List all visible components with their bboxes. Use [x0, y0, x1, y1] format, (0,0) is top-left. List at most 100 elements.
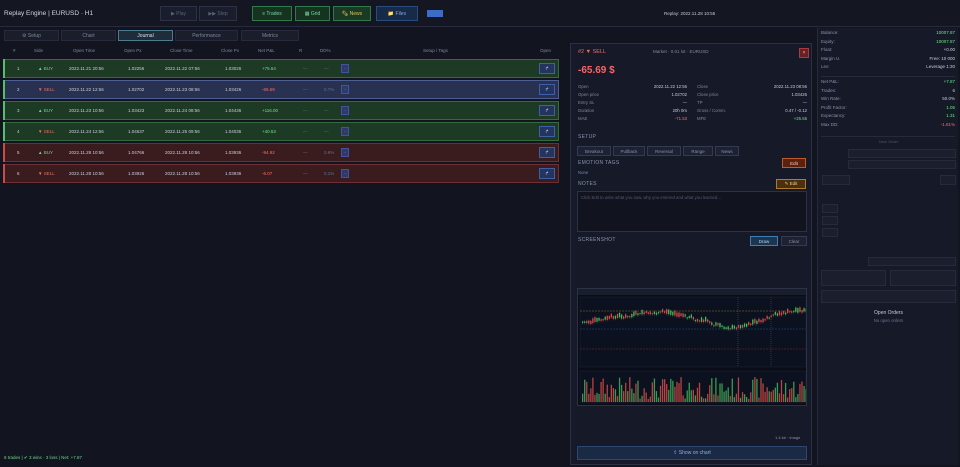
notes-textarea[interactable]: Click Edit to write what you saw, why yo…: [577, 191, 807, 232]
field-sl-value: —: [682, 100, 687, 105]
open-trade-button[interactable]: ↱: [539, 147, 555, 158]
open-trade-button[interactable]: ↱: [539, 105, 555, 116]
candle-body: [682, 313, 684, 318]
risk-input[interactable]: [822, 228, 838, 237]
volume-bar: [711, 378, 713, 402]
candle-body: [647, 312, 649, 314]
close-all-button[interactable]: [821, 290, 956, 303]
volume-bar: [774, 387, 776, 402]
account-row-value: +7.87: [943, 79, 955, 84]
table-row[interactable]: 4 ▼ SELL 2022.11.24 12:56 1.04637 2022.11.25…: [3, 122, 559, 141]
volume-bar: [651, 382, 653, 402]
tab-metrics[interactable]: Metrics: [241, 30, 299, 41]
show-on-chart-button[interactable]: ⇧ Show on chart: [577, 446, 807, 460]
edit-tags-icon[interactable]: ·: [341, 148, 349, 157]
table-row[interactable]: 3 ▲ BUY 2022.11.23 10:56 1.03423 2022.11.24 …: [3, 101, 559, 120]
setup-pullback-button[interactable]: Pullback: [613, 146, 645, 156]
setup-range-button[interactable]: Range: [683, 146, 713, 156]
volume-bar: [764, 391, 766, 402]
open-orders-empty: No open orders: [873, 318, 904, 323]
edit-tags-icon[interactable]: ·: [341, 106, 349, 115]
candle-body: [698, 320, 701, 322]
account-row: Net P&L: +7.87: [821, 79, 955, 87]
edit-tags-icon[interactable]: ·: [341, 64, 349, 73]
candle-body: [620, 314, 623, 319]
tags-value: None: [578, 170, 589, 175]
setup-news-button[interactable]: News: [715, 146, 739, 156]
lot-input[interactable]: [822, 175, 850, 185]
step-button[interactable]: ▶▶ Step: [199, 6, 237, 21]
candle-body: [676, 312, 678, 317]
candle-body: [713, 324, 715, 327]
volume-bar: [729, 395, 731, 402]
edit-tags-icon[interactable]: ·: [341, 85, 349, 94]
trades-button[interactable]: ≡ Trades: [252, 6, 292, 21]
candle-body: [661, 309, 664, 313]
setup-reversal-button[interactable]: Reversal: [647, 146, 681, 156]
candle-body: [602, 319, 604, 321]
draw-button[interactable]: Draw: [750, 236, 778, 246]
candle-body: [586, 320, 588, 324]
volume-bar: [600, 381, 602, 402]
screenshot-size: 1.4 kb · image: [775, 435, 801, 440]
edit-tags-icon[interactable]: ·: [341, 127, 349, 136]
edit-tags-button[interactable]: Edit: [782, 158, 806, 168]
volume-bar: [629, 377, 631, 402]
place-order-select[interactable]: [868, 257, 956, 266]
candle-body: [735, 327, 738, 330]
candle-body: [696, 318, 699, 322]
setup-breakout-button[interactable]: Breakout: [577, 146, 611, 156]
candle-body: [590, 320, 592, 325]
candle-body: [702, 319, 705, 323]
account-row: Win Rate: 50.0%: [821, 96, 955, 104]
volume-bar: [592, 377, 594, 402]
candle-body: [612, 316, 615, 319]
field-close-value: 2022.11.23 08:56: [773, 84, 807, 89]
tab-performance[interactable]: Performance: [175, 30, 238, 41]
candle-body: [803, 308, 805, 312]
account-row-value: 1.31: [946, 113, 955, 118]
buy-button[interactable]: [821, 270, 886, 286]
table-row[interactable]: 6 ▼ SELL 2022.11.28 10:56 1.03926 2022.11.28…: [3, 164, 559, 183]
candle-body: [760, 320, 762, 323]
grid-button[interactable]: ▦ Grid: [295, 6, 330, 21]
edit-notes-button[interactable]: ✎ Edit: [776, 179, 806, 189]
tp-input[interactable]: [822, 216, 838, 225]
edit-tags-icon[interactable]: ·: [341, 169, 349, 178]
play-button[interactable]: ▶ Play: [160, 6, 197, 21]
news-button[interactable]: 🗞 News: [333, 6, 371, 21]
order-symbol-select[interactable]: [848, 160, 956, 169]
account-row: Balance: 10007.87: [821, 30, 955, 38]
files-button[interactable]: 📁 Files: [376, 6, 418, 21]
cell-side: ▲ BUY: [38, 108, 53, 113]
tab-setup[interactable]: ⚙ Setup: [4, 30, 59, 41]
open-trade-button[interactable]: ↱: [539, 84, 555, 95]
candle-body: [633, 311, 635, 317]
sell-button[interactable]: [890, 270, 956, 286]
close-detail-button[interactable]: ×: [799, 48, 809, 58]
volume-bar: [735, 393, 738, 402]
cell-close-px: 1.03026: [225, 66, 242, 71]
tab-chart[interactable]: Chart: [61, 30, 116, 41]
cell-close-time: 2022.11.23 08:56: [165, 87, 200, 92]
candle-body: [664, 311, 666, 313]
cell-open-time: 2022.11.28 10:56: [69, 150, 104, 155]
open-trade-button[interactable]: ↱: [539, 168, 555, 179]
table-row[interactable]: 5 ▲ BUY 2022.11.28 10:56 1.04766 2022.11.28 …: [3, 143, 559, 162]
col-side: Side: [34, 48, 44, 53]
order-type-select[interactable]: [848, 149, 956, 158]
tab-journal[interactable]: Journal: [118, 30, 173, 41]
volume-bar: [678, 383, 680, 402]
open-trade-button[interactable]: ↱: [539, 126, 555, 137]
table-row[interactable]: 1 ▲ BUY 2022.11.21 20:56 1.02256 2022.11.22 …: [3, 59, 559, 78]
candle-body: [655, 312, 658, 315]
clear-button[interactable]: Clear: [781, 236, 807, 246]
volume-bar: [793, 381, 795, 402]
sl-input[interactable]: [822, 204, 838, 213]
lot-stepper[interactable]: [940, 175, 956, 185]
trade-screenshot-image[interactable]: [577, 288, 807, 406]
sync-indicator[interactable]: [427, 10, 443, 17]
table-row[interactable]: 2 ▼ SELL 2022.11.22 12:56 1.02702 2022.11.23…: [3, 80, 559, 99]
open-trade-button[interactable]: ↱: [539, 63, 555, 74]
volume-bar: [586, 381, 588, 402]
